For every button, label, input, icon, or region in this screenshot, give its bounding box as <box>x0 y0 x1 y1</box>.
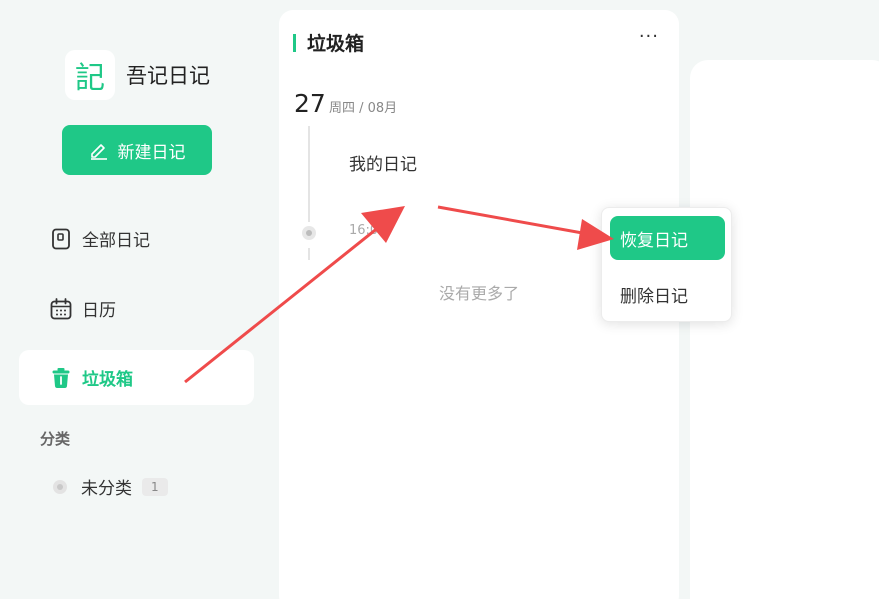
diary-entry-title[interactable]: 我的日记 <box>349 150 417 175</box>
diary-detail-panel <box>690 60 879 599</box>
app-logo: 記 吾记日记 <box>65 50 210 100</box>
timeline-line <box>308 126 310 222</box>
category-section-title: 分类 <box>40 430 71 448</box>
new-diary-label: 新建日记 <box>117 142 186 163</box>
title-accent-bar <box>293 33 296 52</box>
calendar-icon <box>50 297 72 320</box>
date-day: 27 <box>294 89 326 118</box>
notebook-icon <box>50 228 72 250</box>
delete-diary-menu-item[interactable]: 删除日记 <box>610 272 725 316</box>
sidebar-item-label: 垃圾箱 <box>82 370 133 390</box>
category-dot-icon <box>53 479 67 494</box>
sidebar-item-trash[interactable]: 垃圾箱 <box>19 350 254 405</box>
category-label: 未分类 <box>81 479 132 499</box>
timeline-node-icon <box>302 226 316 240</box>
context-menu: 恢复日记 删除日记 <box>601 207 732 322</box>
trash-icon <box>50 367 72 389</box>
new-diary-button[interactable]: 新建日记 <box>62 125 212 175</box>
app-name: 吾记日记 <box>126 64 210 88</box>
restore-diary-menu-item[interactable]: 恢复日记 <box>610 216 725 260</box>
panel-title-text: 垃圾箱 <box>307 33 365 55</box>
sidebar-item-all-diaries[interactable]: 全部日记 <box>19 211 254 266</box>
date-weekday-month: 周四 / 08月 <box>329 101 398 116</box>
sidebar: 記 吾记日记 新建日记 全部日记 日历 垃圾箱 分类 未分类 1 <box>0 0 270 599</box>
logo-icon: 記 <box>65 50 115 100</box>
category-count-badge: 1 <box>142 477 168 496</box>
pencil-icon <box>90 144 107 160</box>
diary-entry-time: 16:0 <box>349 223 379 238</box>
sidebar-item-calendar[interactable]: 日历 <box>19 281 254 336</box>
more-options-icon[interactable]: ··· <box>639 26 659 47</box>
panel-title: 垃圾箱 <box>293 29 364 56</box>
sidebar-item-label: 日历 <box>82 301 116 321</box>
timeline-line <box>308 248 310 260</box>
category-item-uncategorized[interactable]: 未分类 1 <box>53 474 168 499</box>
sidebar-item-label: 全部日记 <box>82 231 150 251</box>
